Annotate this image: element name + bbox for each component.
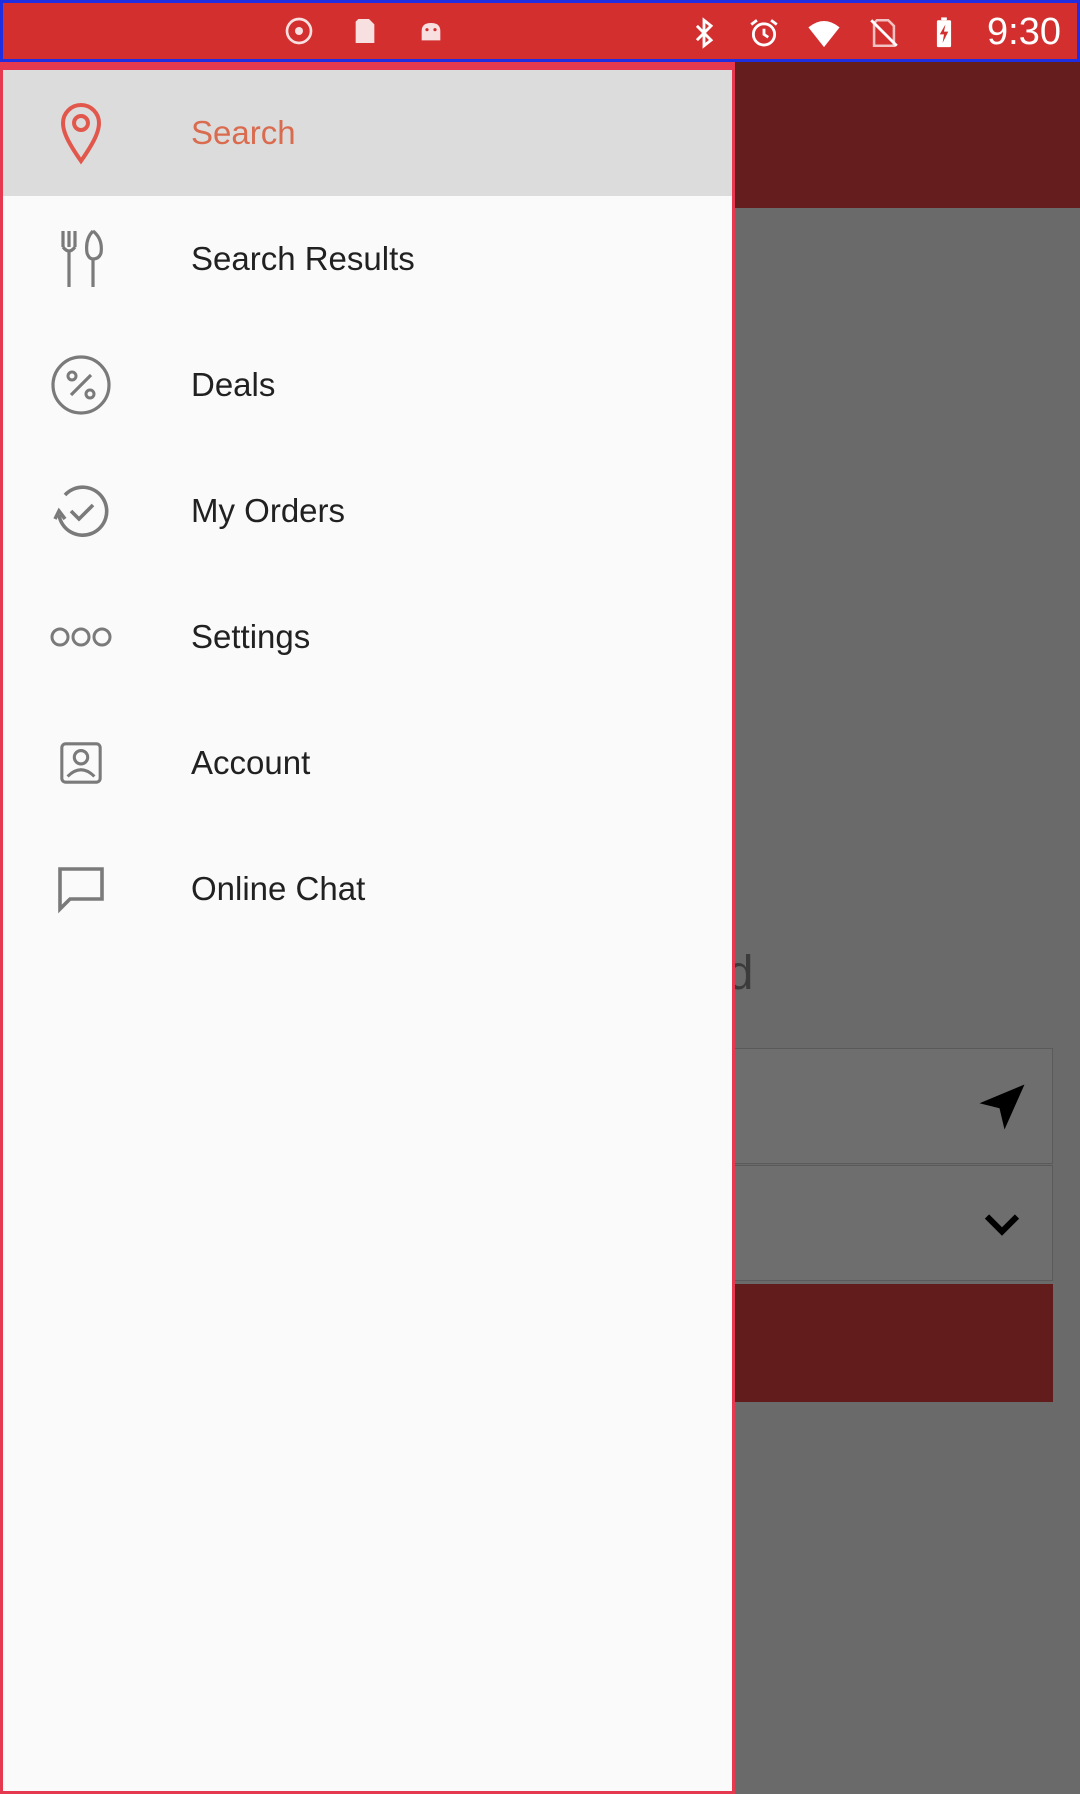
- no-sim-icon: [870, 18, 898, 47]
- location-field[interactable]: [733, 1048, 1053, 1164]
- android-icon: [421, 23, 441, 41]
- chevron-down-icon[interactable]: [972, 1194, 1032, 1254]
- bluetooth-icon: [695, 16, 714, 49]
- drawer-item-label: Search: [191, 114, 296, 151]
- drawer-item-search[interactable]: Search: [3, 70, 732, 196]
- drawer-item-deals[interactable]: Deals: [3, 322, 732, 448]
- battery-charging-icon: [936, 16, 952, 47]
- drawer-item-account[interactable]: Account: [3, 700, 732, 826]
- map-pin-icon: [47, 99, 115, 167]
- wifi-icon: [808, 20, 840, 47]
- drawer-item-label: Deals: [191, 366, 276, 403]
- percent-icon: [47, 351, 115, 419]
- account-icon: [47, 729, 115, 797]
- sd-card-icon: [355, 19, 375, 43]
- alarm-icon: [750, 18, 778, 46]
- drawer-item-my-orders[interactable]: My Orders: [3, 448, 732, 574]
- chat-icon: [47, 855, 115, 923]
- drawer-item-settings[interactable]: Settings: [3, 574, 732, 700]
- primary-button[interactable]: [733, 1284, 1053, 1402]
- drawer-item-label: Settings: [191, 618, 311, 655]
- navigation-arrow-icon[interactable]: [972, 1077, 1032, 1137]
- drawer-item-label: Search Results: [191, 240, 415, 277]
- location-icon: [285, 17, 313, 45]
- drawer-item-label: My Orders: [191, 492, 346, 529]
- status-bar: 9:30: [0, 0, 1080, 62]
- drawer-menu: Search Search Results Deals My Orders Se…: [3, 70, 732, 952]
- drawer-item-label: Account: [191, 744, 311, 781]
- history-clock-icon: [47, 477, 115, 545]
- fork-knife-icon: [47, 225, 115, 293]
- drawer-item-online-chat[interactable]: Online Chat: [3, 826, 732, 952]
- navigation-drawer: Search Search Results Deals My Orders Se…: [0, 62, 735, 1794]
- drawer-item-search-results[interactable]: Search Results: [3, 196, 732, 322]
- drawer-item-label: Online Chat: [191, 870, 366, 907]
- dots-icon: [47, 603, 115, 671]
- dropdown-field[interactable]: [733, 1165, 1053, 1281]
- clock: 9:30: [987, 11, 1061, 53]
